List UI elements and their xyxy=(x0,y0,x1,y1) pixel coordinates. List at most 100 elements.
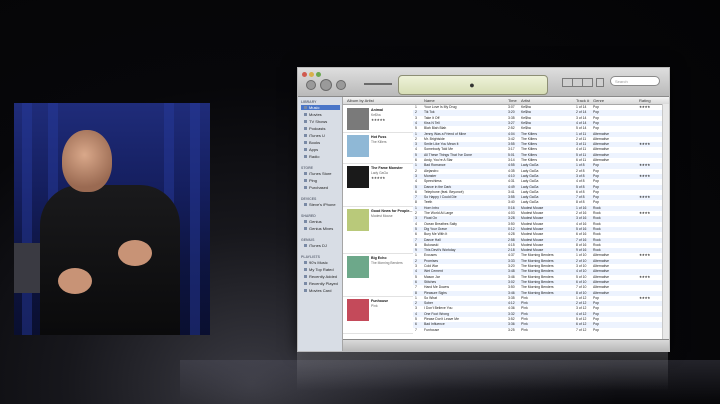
sidebar-item[interactable]: TV Shows xyxy=(304,119,340,124)
album-group[interactable]: Hot Fuss The Killers xyxy=(343,132,413,165)
column-album[interactable]: Album by Artist xyxy=(347,97,374,104)
speaker-body xyxy=(40,185,180,335)
album-group[interactable]: The Fame Monster Lady GaGa ★★★★★ xyxy=(343,163,413,207)
column-artist[interactable]: Artist xyxy=(521,97,530,104)
sidebar-item-label: iTunes Store xyxy=(309,171,332,176)
album-name: The Fame Monster xyxy=(371,166,403,171)
sidebar-item[interactable]: 90's Music xyxy=(304,260,340,265)
itunes-window: ● Search LIBRARY Music Movies TV Shows Podca… xyxy=(297,67,670,352)
sidebar-item[interactable]: Books xyxy=(304,140,340,145)
sidebar-section-header: DEVICES xyxy=(301,197,317,201)
zoom-icon[interactable] xyxy=(316,72,321,77)
now-playing-display: ● xyxy=(398,75,548,95)
sidebar-item[interactable]: Recently Added xyxy=(304,274,340,279)
column-track[interactable]: Track # xyxy=(576,97,589,104)
sidebar-item[interactable]: My Top Rated xyxy=(304,267,340,272)
sidebar-item[interactable]: Music xyxy=(301,105,340,110)
sidebar-item[interactable]: Ping xyxy=(304,178,340,183)
coverflow-view-button[interactable] xyxy=(582,78,593,87)
sidebar-item[interactable]: Purchased xyxy=(304,185,340,190)
sidebar-item-icon xyxy=(304,220,307,224)
sidebar-item-label: Genius xyxy=(309,219,322,224)
album-group[interactable]: Animal Ke$ha ★★★★★ xyxy=(343,105,413,133)
track-row[interactable]: 7 Funhouse 3:25 P!nk 7 of 12 Pop xyxy=(413,328,669,333)
sidebar-item-icon xyxy=(304,155,307,159)
sidebar-item[interactable]: iTunes Store xyxy=(304,171,340,176)
album-artwork[interactable] xyxy=(347,256,369,279)
genius-sidebar-button[interactable] xyxy=(596,78,604,87)
album-group[interactable]: Funhouse P!nk xyxy=(343,296,413,334)
sidebar-item-label: Radio xyxy=(309,154,320,159)
column-genre[interactable]: Genre xyxy=(593,97,604,104)
sidebar-item-icon xyxy=(304,120,307,124)
sidebar-item-icon xyxy=(304,172,307,176)
sidebar-item[interactable]: Movies xyxy=(304,112,340,117)
sidebar-item-icon xyxy=(304,244,307,248)
column-time[interactable]: Time xyxy=(508,97,517,104)
sidebar-item[interactable]: Genius xyxy=(304,219,340,224)
column-rating[interactable]: Rating xyxy=(639,97,651,104)
sidebar-item[interactable]: iTunes DJ xyxy=(304,243,340,248)
sidebar-item[interactable]: iTunes U xyxy=(304,133,340,138)
search-input[interactable]: Search xyxy=(610,76,660,86)
itunes-toolbar: ● Search xyxy=(298,68,669,97)
sidebar-item[interactable]: Apps xyxy=(304,147,340,152)
column-name[interactable]: Name xyxy=(424,97,435,104)
album-group[interactable]: Good News for People... Modest Mouse xyxy=(343,206,413,255)
sidebar-section-header: GENIUS xyxy=(301,238,315,242)
next-track-button[interactable] xyxy=(336,80,346,90)
album-artist: Modest Mouse xyxy=(371,213,393,218)
sidebar-item[interactable]: Genius Mixes xyxy=(304,226,340,231)
sidebar-item[interactable]: Steve's iPhone xyxy=(304,202,340,207)
album-artist: Ke$ha xyxy=(371,113,381,117)
sidebar-item-icon xyxy=(304,127,307,131)
sidebar-item-label: My Top Rated xyxy=(309,267,334,272)
sidebar-item[interactable]: Movies Card xyxy=(304,288,340,293)
song-list: Album by Artist Name Time Artist Track #… xyxy=(343,97,669,339)
album-artist: The Morning Benders xyxy=(371,261,403,266)
sidebar-item-label: Music xyxy=(309,105,320,110)
sidebar-item-icon xyxy=(304,282,307,286)
play-button[interactable] xyxy=(320,79,332,91)
track-position: 7 of 12 xyxy=(576,327,587,332)
previous-track-button[interactable] xyxy=(306,80,316,90)
sidebar-section-header: STORE xyxy=(301,166,313,170)
close-icon[interactable] xyxy=(302,72,307,77)
sidebar-item-icon xyxy=(304,148,307,152)
sidebar-item-label: Purchased xyxy=(309,185,329,190)
sidebar-item-icon xyxy=(304,289,307,293)
sidebar-item[interactable]: Radio xyxy=(304,154,340,159)
album-group[interactable]: Big Echo The Morning Benders xyxy=(343,253,413,297)
window-reflection xyxy=(297,351,668,391)
sidebar-item[interactable]: Recently Played xyxy=(304,281,340,286)
sidebar-item-icon xyxy=(304,141,307,145)
sidebar-section-header: SHARED xyxy=(301,214,316,218)
backdrop-stripe xyxy=(190,103,200,335)
sidebar-item-icon xyxy=(304,268,307,272)
album-artwork[interactable] xyxy=(347,134,369,157)
album-rating[interactable]: ★★★★★ xyxy=(371,176,386,180)
volume-slider[interactable] xyxy=(364,83,392,85)
sidebar-item-label: Movies xyxy=(309,112,322,117)
album-artwork[interactable] xyxy=(347,108,369,130)
scrollbar[interactable] xyxy=(662,104,669,339)
sidebar-item-icon xyxy=(304,275,307,279)
sidebar-item-label: iTunes U xyxy=(309,133,325,138)
album-rating[interactable]: ★★★★★ xyxy=(371,118,386,122)
track-time: 3:25 xyxy=(508,327,515,332)
album-artist: Lady GaGa xyxy=(371,171,388,176)
album-name: Animal xyxy=(371,108,383,112)
album-artwork[interactable] xyxy=(347,208,369,231)
album-artwork[interactable] xyxy=(347,298,369,321)
sidebar-item[interactable]: Podcasts xyxy=(304,126,340,131)
sidebar-section-header: PLAYLISTS xyxy=(301,255,320,259)
minimize-icon[interactable] xyxy=(309,72,314,77)
sidebar-item-icon xyxy=(304,179,307,183)
sidebar-item-icon xyxy=(304,106,307,110)
track-artist: P!nk xyxy=(521,327,528,332)
album-artwork[interactable] xyxy=(347,166,369,189)
track-genre: Pop xyxy=(593,327,600,332)
sidebar-item-label: Steve's iPhone xyxy=(309,202,336,207)
sidebar-item-label: Apps xyxy=(309,147,319,152)
sidebar-item-label: Movies Card xyxy=(309,288,332,293)
